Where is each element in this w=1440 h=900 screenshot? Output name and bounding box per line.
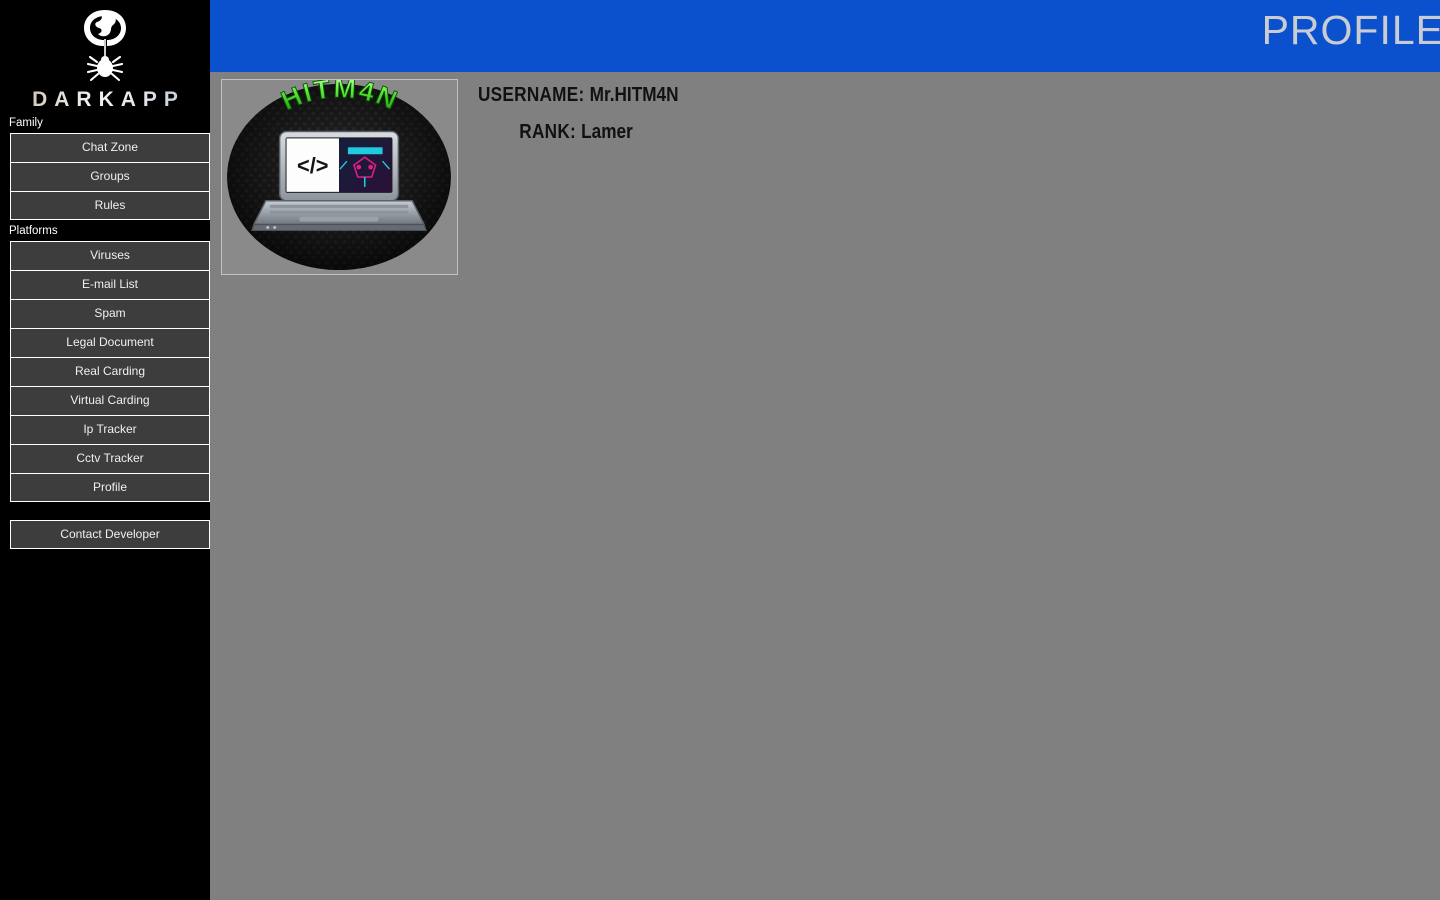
sidebar-item-rules[interactable]: Rules	[10, 191, 210, 220]
sidebar-item-real-carding[interactable]: Real Carding	[10, 357, 210, 386]
sidebar-item-cctv-tracker[interactable]: Cctv Tracker	[10, 444, 210, 473]
sidebar-item-email-list[interactable]: E-mail List	[10, 270, 210, 299]
sidebar-item-profile[interactable]: Profile	[10, 473, 210, 502]
globe-spider-icon	[84, 10, 126, 82]
content-area: HITM4N </> USERNAME: Mr.HITM4N RANK: Lam…	[210, 72, 1440, 900]
profile-field-rank-value: Lamer	[581, 121, 633, 143]
sidebar-item-viruses[interactable]: Viruses	[10, 241, 210, 270]
profile-field-rank: RANK: Lamer	[478, 121, 908, 144]
sidebar-menu-family: Chat Zone Groups Rules	[10, 133, 210, 220]
sidebar-item-legal-document[interactable]: Legal Document	[10, 328, 210, 357]
sidebar-menu-platforms: Viruses E-mail List Spam Legal Document …	[10, 241, 210, 502]
sidebar-section-label-platforms: Platforms	[9, 225, 58, 237]
sidebar: DARKAPP Family Chat Zone Groups Rules Pl…	[0, 0, 210, 900]
sidebar-item-spam[interactable]: Spam	[10, 299, 210, 328]
sidebar-item-ip-tracker[interactable]: Ip Tracker	[10, 415, 210, 444]
page-title: PROFILE	[1261, 7, 1440, 53]
profile-field-rank-label: RANK:	[519, 121, 576, 143]
sidebar-item-virtual-carding[interactable]: Virtual Carding	[10, 386, 210, 415]
app-window: DARKAPP Family Chat Zone Groups Rules Pl…	[0, 0, 1440, 900]
brand-name: DARKAPP	[0, 88, 210, 112]
svg-text:</>: </>	[297, 153, 328, 178]
profile-field-username: USERNAME: Mr.HITM4N	[478, 84, 908, 107]
profile-field-username-label: USERNAME:	[478, 84, 585, 106]
profile-fields: USERNAME: Mr.HITM4N RANK: Lamer	[478, 84, 978, 144]
sidebar-item-groups[interactable]: Groups	[10, 162, 210, 191]
page-header: PROFILE	[210, 0, 1440, 72]
contact-developer-button[interactable]: Contact Developer	[10, 520, 210, 549]
avatar: HITM4N </>	[221, 79, 458, 275]
brand-logo-block: DARKAPP	[0, 0, 210, 112]
sidebar-section-label-family: Family	[9, 117, 43, 129]
profile-field-username-value: Mr.HITM4N	[589, 84, 679, 106]
sidebar-item-chat-zone[interactable]: Chat Zone	[10, 133, 210, 162]
hitman-laptop-avatar: HITM4N </>	[222, 80, 457, 274]
